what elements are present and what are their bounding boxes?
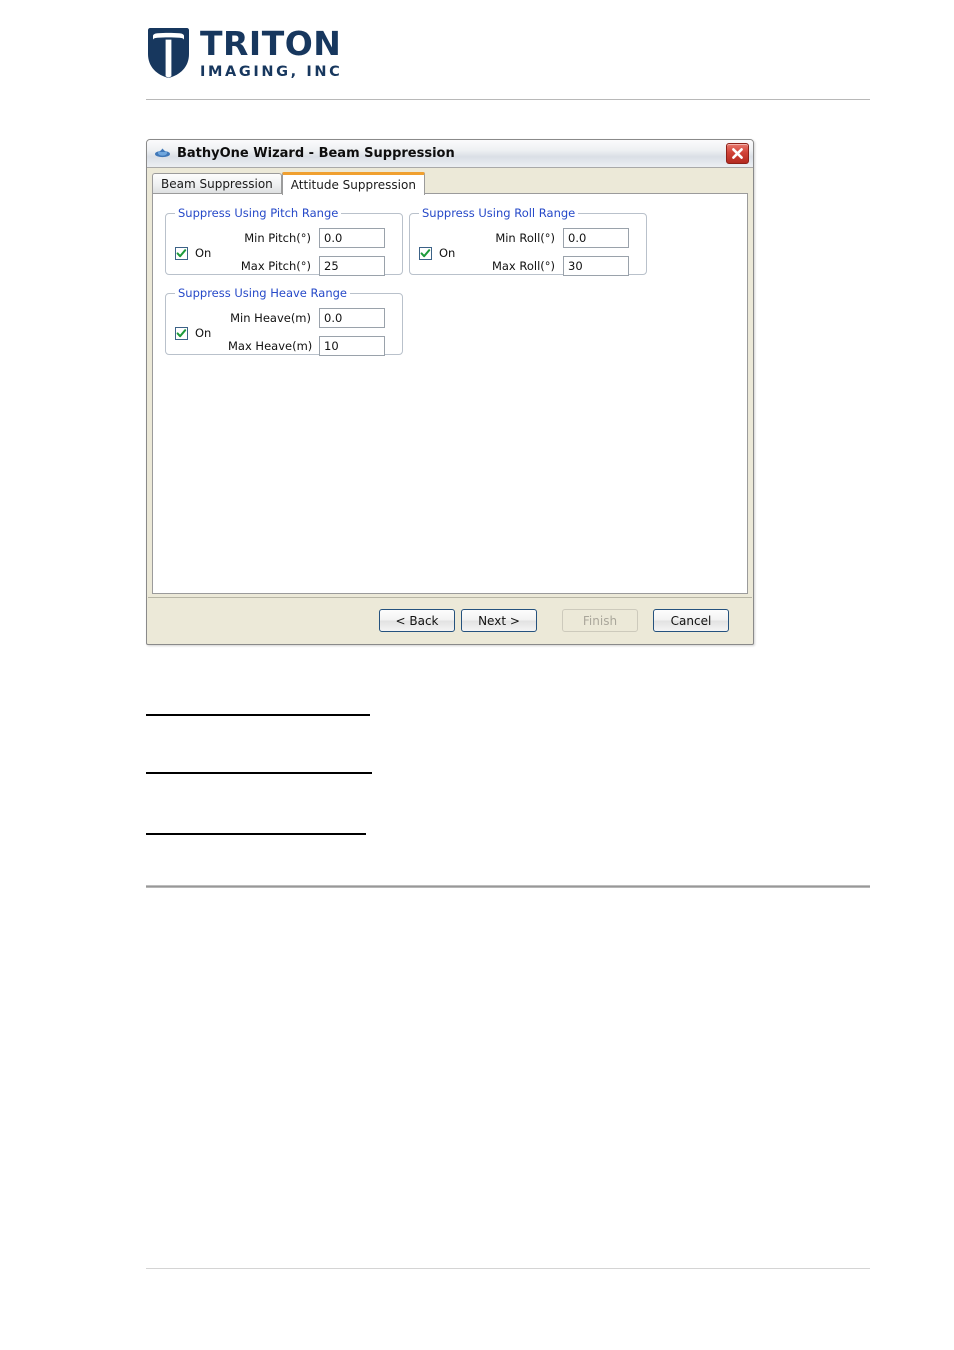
min-heave-input[interactable]: [319, 308, 385, 328]
heave-on-checkbox[interactable]: [175, 326, 188, 340]
pitch-on-label: On: [195, 246, 212, 260]
triton-logo: TRITON IMAGING, INC: [146, 27, 342, 80]
checkmark-icon: [420, 248, 431, 257]
dialog-title: BathyOne Wizard - Beam Suppression: [177, 146, 455, 161]
bathyone-app-icon: [154, 147, 171, 160]
next-button[interactable]: Next >: [461, 609, 537, 632]
max-pitch-label: Max Pitch(°): [240, 259, 311, 273]
close-icon[interactable]: [726, 143, 749, 164]
checkmark-icon: [176, 328, 187, 337]
section-divider: [146, 885, 870, 888]
max-roll-input[interactable]: [563, 256, 629, 276]
logo-brand: TRITON: [200, 24, 342, 63]
min-pitch-input[interactable]: [319, 228, 385, 248]
min-roll-input[interactable]: [563, 228, 629, 248]
heave-on-checkbox-row[interactable]: On: [175, 326, 211, 340]
header-divider: [146, 99, 870, 100]
logo-tagline: IMAGING, INC: [200, 64, 343, 80]
max-pitch-input[interactable]: [319, 256, 385, 276]
max-heave-input[interactable]: [319, 336, 385, 356]
dialog-footer: < Back Next > Finish Cancel: [148, 597, 752, 643]
roll-on-checkbox-row[interactable]: On: [419, 246, 455, 260]
group-label: Suppress Using Heave Range: [175, 286, 350, 300]
min-heave-label: Min Heave(m): [230, 311, 311, 325]
page-footer-divider: [146, 1268, 870, 1269]
tab-strip: Beam Suppression Attitude Suppression: [152, 172, 748, 195]
roll-on-label: On: [439, 246, 456, 260]
min-roll-label: Min Roll(°): [495, 231, 555, 245]
pitch-on-checkbox-row[interactable]: On: [175, 246, 211, 260]
group-suppress-using-roll-range: Suppress Using Roll Range On Min Roll(°)…: [409, 206, 647, 276]
pitch-on-checkbox[interactable]: [175, 246, 188, 260]
group-suppress-using-heave-range: Suppress Using Heave Range On Min Heave(…: [165, 286, 403, 356]
max-pitch-row: Max Pitch(°): [228, 256, 385, 276]
min-heave-row: Min Heave(m): [228, 308, 385, 328]
triton-shield-icon: [146, 27, 191, 79]
tab-attitude-suppression[interactable]: Attitude Suppression: [281, 172, 425, 195]
roll-on-checkbox[interactable]: [419, 246, 432, 260]
body-rule-1: [146, 714, 370, 716]
tab-label: Beam Suppression: [161, 177, 273, 191]
group-label: Suppress Using Roll Range: [419, 206, 579, 220]
heave-on-label: On: [195, 326, 212, 340]
body-rule-2: [146, 772, 372, 774]
max-heave-row: Max Heave(m): [228, 336, 385, 356]
finish-button: Finish: [562, 609, 638, 632]
max-roll-row: Max Roll(°): [472, 256, 629, 276]
group-suppress-using-pitch-range: Suppress Using Pitch Range On Min Pitch(…: [165, 206, 403, 276]
cancel-button[interactable]: Cancel: [653, 609, 729, 632]
min-pitch-row: Min Pitch(°): [228, 228, 385, 248]
tab-beam-suppression[interactable]: Beam Suppression: [152, 173, 282, 194]
tab-label: Attitude Suppression: [290, 178, 416, 192]
min-roll-row: Min Roll(°): [472, 228, 629, 248]
max-roll-label: Max Roll(°): [491, 259, 555, 273]
dialog-titlebar[interactable]: BathyOne Wizard - Beam Suppression: [147, 140, 753, 168]
checkmark-icon: [176, 248, 187, 257]
bathyone-wizard-dialog: BathyOne Wizard - Beam Suppression Beam …: [146, 139, 754, 645]
min-pitch-label: Min Pitch(°): [244, 231, 311, 245]
max-heave-label: Max Heave(m): [228, 339, 313, 353]
group-label: Suppress Using Pitch Range: [175, 206, 342, 220]
attitude-suppression-panel: Suppress Using Pitch Range On Min Pitch(…: [152, 193, 748, 594]
body-rule-3: [146, 833, 366, 835]
page-header: TRITON IMAGING, INC: [0, 0, 954, 105]
back-button[interactable]: < Back: [379, 609, 455, 632]
